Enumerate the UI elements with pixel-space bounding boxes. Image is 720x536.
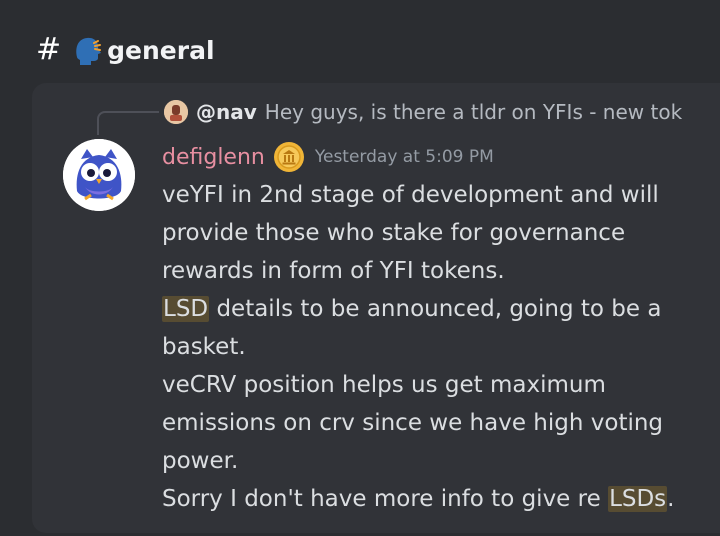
message-line: veCRV position helps us get maximum: [162, 372, 606, 398]
message-line: emissions on crv since we have high voti…: [162, 410, 664, 436]
message-line-text: Sorry I don't have more info to give re: [162, 486, 609, 512]
owl-avatar[interactable]: [63, 139, 135, 211]
message-line: Sorry I don't have more info to give re …: [162, 480, 702, 518]
coin-badge-icon[interactable]: [273, 141, 305, 173]
reply-preview[interactable]: @nav Hey guys, is there a tldr on YFIs -…: [164, 98, 720, 126]
channel-name[interactable]: general: [107, 36, 214, 65]
author-name[interactable]: defiglenn: [162, 145, 265, 170]
message-line: basket.: [162, 334, 246, 360]
speaking-head-icon: [71, 33, 105, 67]
message-line: rewards in form of YFI tokens.: [162, 258, 505, 284]
message-line: LSD details to be announced, going to be…: [162, 290, 702, 328]
final-period: .: [667, 486, 675, 512]
reply-text[interactable]: Hey guys, is there a tldr on YFIs - new …: [265, 100, 682, 124]
message-content: veYFI in 2nd stage of development and wi…: [162, 176, 702, 518]
reply-avatar-icon[interactable]: [164, 100, 188, 124]
reply-connector: [97, 111, 159, 135]
message-line: provide those who stake for governance: [162, 220, 626, 246]
message-timestamp: Yesterday at 5:09 PM: [314, 147, 494, 167]
reply-mention[interactable]: @nav: [196, 100, 257, 124]
highlighted-term-lsd: LSD: [162, 296, 210, 322]
channel-header: # general: [36, 30, 215, 70]
channel-hash-symbol: #: [36, 32, 62, 67]
message-line-text: details to be announced, going to be a: [216, 296, 662, 322]
message-line: power.: [162, 448, 239, 474]
message-line: veYFI in 2nd stage of development and wi…: [162, 182, 659, 208]
highlighted-term-lsds: LSDs: [608, 486, 668, 512]
message-header: defiglenn Yesterday at 5:09 PM: [162, 140, 494, 174]
